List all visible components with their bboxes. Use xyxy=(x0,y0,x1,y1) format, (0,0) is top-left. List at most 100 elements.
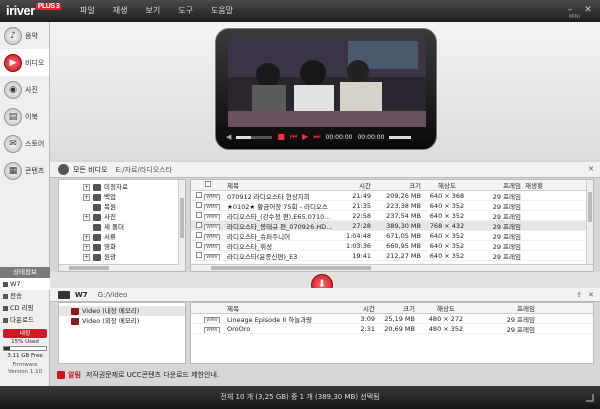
upload-icon[interactable]: ⇪ xyxy=(576,291,582,299)
menu-play[interactable]: 재생 xyxy=(113,5,128,16)
device-col-title[interactable]: 제목 xyxy=(225,303,345,313)
play-icon[interactable]: ▶ xyxy=(302,133,308,141)
table-row[interactable]: WMV OroOro 2:31 20,69 MB 480 × 352 29 프레임 xyxy=(191,324,593,334)
list-horizontal-scrollbar[interactable] xyxy=(191,264,593,271)
col-playcount[interactable]: 재생횟 xyxy=(523,180,553,190)
device-folder-external[interactable]: Video (외장 메모리) xyxy=(59,316,185,326)
status-item-device[interactable]: W7 xyxy=(0,278,50,290)
cell-time: 22:58 xyxy=(352,211,371,220)
row-checkbox[interactable] xyxy=(196,231,203,238)
tree-folder[interactable]: + 미정자료 xyxy=(83,182,185,192)
folder-icon xyxy=(93,183,101,191)
row-checkbox[interactable] xyxy=(196,221,203,228)
close-icon[interactable]: ✕ xyxy=(582,4,594,16)
table-row[interactable]: WMV 라디오스타_휘성 1:03:36 660,95 MB 640 × 352 29 프… xyxy=(191,241,593,251)
device-close-icon[interactable]: ✕ xyxy=(588,291,594,299)
sidebar-item-music[interactable]: ♪ 음악 xyxy=(0,22,49,49)
table-row[interactable]: WMV 라디오스타_슈퍼주니어 1:04:48 671,05 MB 640 × 352 2… xyxy=(191,231,593,241)
volume-icon[interactable]: ◀ xyxy=(226,133,231,141)
folder-icon xyxy=(93,243,101,251)
tree-folder[interactable]: + 서류 xyxy=(83,232,185,242)
table-row[interactable]: WMV 070912 라디오스타 현상지희 21:49 209,26 MB 640 × … xyxy=(191,191,593,201)
col-title[interactable]: 제목 xyxy=(225,180,333,190)
video-list-header: 제목 시간 크기 해상도 프레임 재생횟 xyxy=(191,180,593,191)
storage-label[interactable]: 내장 xyxy=(3,329,47,338)
tree-horizontal-scrollbar[interactable] xyxy=(59,264,179,271)
tree-folder[interactable]: 복원 xyxy=(83,202,185,212)
seek-bar[interactable] xyxy=(236,135,273,139)
device-col-time[interactable]: 시간 xyxy=(345,303,377,313)
row-checkbox[interactable] xyxy=(196,251,203,258)
cell-title: 라디오스타_슈퍼주니어 xyxy=(227,232,291,241)
expand-icon[interactable]: + xyxy=(83,243,90,251)
col-time[interactable]: 시간 xyxy=(333,180,373,190)
player-controls: ◀ ■ ⏮ ▶ ⏭ 00:00:00 00:00:00 xyxy=(226,130,428,144)
resize-grip[interactable] xyxy=(586,394,594,402)
row-checkbox[interactable] xyxy=(196,191,203,198)
table-row[interactable]: WMV 라디오스타_봉태규 편_070926.HD... 27:28 389,30 M… xyxy=(191,221,593,231)
sidebar-item-store[interactable]: ✉ 스토어 xyxy=(0,130,49,157)
tree-folder[interactable]: + 영화 xyxy=(83,242,185,252)
sidebar-item-contents[interactable]: ▦ 콘텐츠 xyxy=(0,157,49,184)
cell-res: 640 × 352 xyxy=(429,201,465,210)
device-folder-internal[interactable]: Video (내장 메모리) xyxy=(59,306,185,316)
tree-vertical-scrollbar[interactable] xyxy=(178,180,185,271)
sidebar-item-video[interactable]: ▶ 비디오 xyxy=(0,49,49,76)
expand-icon[interactable]: + xyxy=(83,233,90,241)
table-row[interactable]: WMV 라디오스타_(강수정 편),E65,0710... 22:58 237,54 … xyxy=(191,211,593,221)
select-all-checkbox[interactable] xyxy=(205,181,211,187)
tree-folder[interactable]: 새 폴더 xyxy=(83,222,185,232)
row-checkbox[interactable] xyxy=(196,211,203,218)
menu-help[interactable]: 도움말 xyxy=(211,5,233,16)
tree-folder[interactable]: + 사진 xyxy=(83,212,185,222)
list-vertical-scrollbar[interactable] xyxy=(586,180,593,266)
format-tag: WMV xyxy=(204,223,220,230)
tree-folder[interactable]: + 백업 xyxy=(83,192,185,202)
status-text: 전체 10 개 (3,25 GB) 중 1 개 (389,30 MB) 선택됨 xyxy=(220,393,380,401)
cell-size: 223,38 MB xyxy=(386,201,421,210)
video-screen[interactable] xyxy=(228,37,426,127)
cell-title: 라디오스타_휘성 xyxy=(227,242,273,251)
tree-folder[interactable]: + 원광 xyxy=(83,252,185,262)
sidebar-item-ebook[interactable]: ▤ 이북 xyxy=(0,103,49,130)
menu-bar: 파일 재생 보기 도구 도움말 xyxy=(80,5,233,16)
device-col-resolution[interactable]: 해상도 xyxy=(417,303,475,313)
volume-slider[interactable] xyxy=(389,135,412,139)
status-item-download[interactable]: 다운로드 xyxy=(0,314,50,326)
cell-title: 라디오스타_봉태규 편_070926.HD... xyxy=(227,222,333,231)
mini-mode-button[interactable]: MINI xyxy=(569,14,580,20)
cell-time: 3:09 xyxy=(360,314,375,323)
prev-icon[interactable]: ⏮ xyxy=(290,133,297,141)
col-size[interactable]: 크기 xyxy=(373,180,423,190)
menu-file[interactable]: 파일 xyxy=(80,5,95,16)
status-item-cd-rip[interactable]: CD 리핑 xyxy=(0,302,50,314)
cell-res: 640 × 352 xyxy=(429,241,465,250)
expand-icon[interactable]: + xyxy=(83,253,90,261)
col-fps[interactable]: 프레임 xyxy=(471,180,523,190)
row-checkbox[interactable] xyxy=(196,241,203,248)
table-row[interactable]: WMV Lineage Episode II 하늘과땅 3:09 25,19 MB 48… xyxy=(191,314,593,324)
library-close-icon[interactable]: ✕ xyxy=(588,165,594,173)
device-col-size[interactable]: 크기 xyxy=(377,303,417,313)
sidebar-item-photo[interactable]: ◉ 사진 xyxy=(0,76,49,103)
folder-tree: + 미정자료 + 백업 복원 + 사진 새 폴더 + 서류 + 영화 + 원광 xyxy=(58,179,186,272)
next-icon[interactable]: ⏭ xyxy=(313,133,320,141)
format-tag: WMV xyxy=(204,253,220,260)
col-resolution[interactable]: 해상도 xyxy=(423,180,471,190)
cell-size: 212,27 MB xyxy=(386,251,421,260)
row-checkbox[interactable] xyxy=(196,201,203,208)
expand-icon[interactable]: + xyxy=(83,193,90,201)
download-icon xyxy=(3,317,8,323)
device-name: W7 xyxy=(75,290,88,299)
status-item-transfer[interactable]: 전송 xyxy=(0,290,50,302)
device-col-fps[interactable]: 프레임 xyxy=(475,303,537,313)
stop-icon[interactable]: ■ xyxy=(277,133,285,141)
cell-fps: 29 프레임 xyxy=(492,232,521,241)
table-row[interactable]: WMV 라디오스타(윤종신편)_E3 19:41 212,27 MB 640 × 352… xyxy=(191,251,593,261)
table-row[interactable]: WMV ★0102★ 황금어장 75회 - 라디오스 21:35 223,38 MB 6… xyxy=(191,201,593,211)
expand-icon[interactable]: + xyxy=(83,183,90,191)
menu-view[interactable]: 보기 xyxy=(145,5,160,16)
expand-icon[interactable]: + xyxy=(83,213,90,221)
menu-tools[interactable]: 도구 xyxy=(178,5,193,16)
notice-text[interactable]: 저작권문제로 UCC콘텐츠 다운로드 제한안내. xyxy=(86,370,219,380)
